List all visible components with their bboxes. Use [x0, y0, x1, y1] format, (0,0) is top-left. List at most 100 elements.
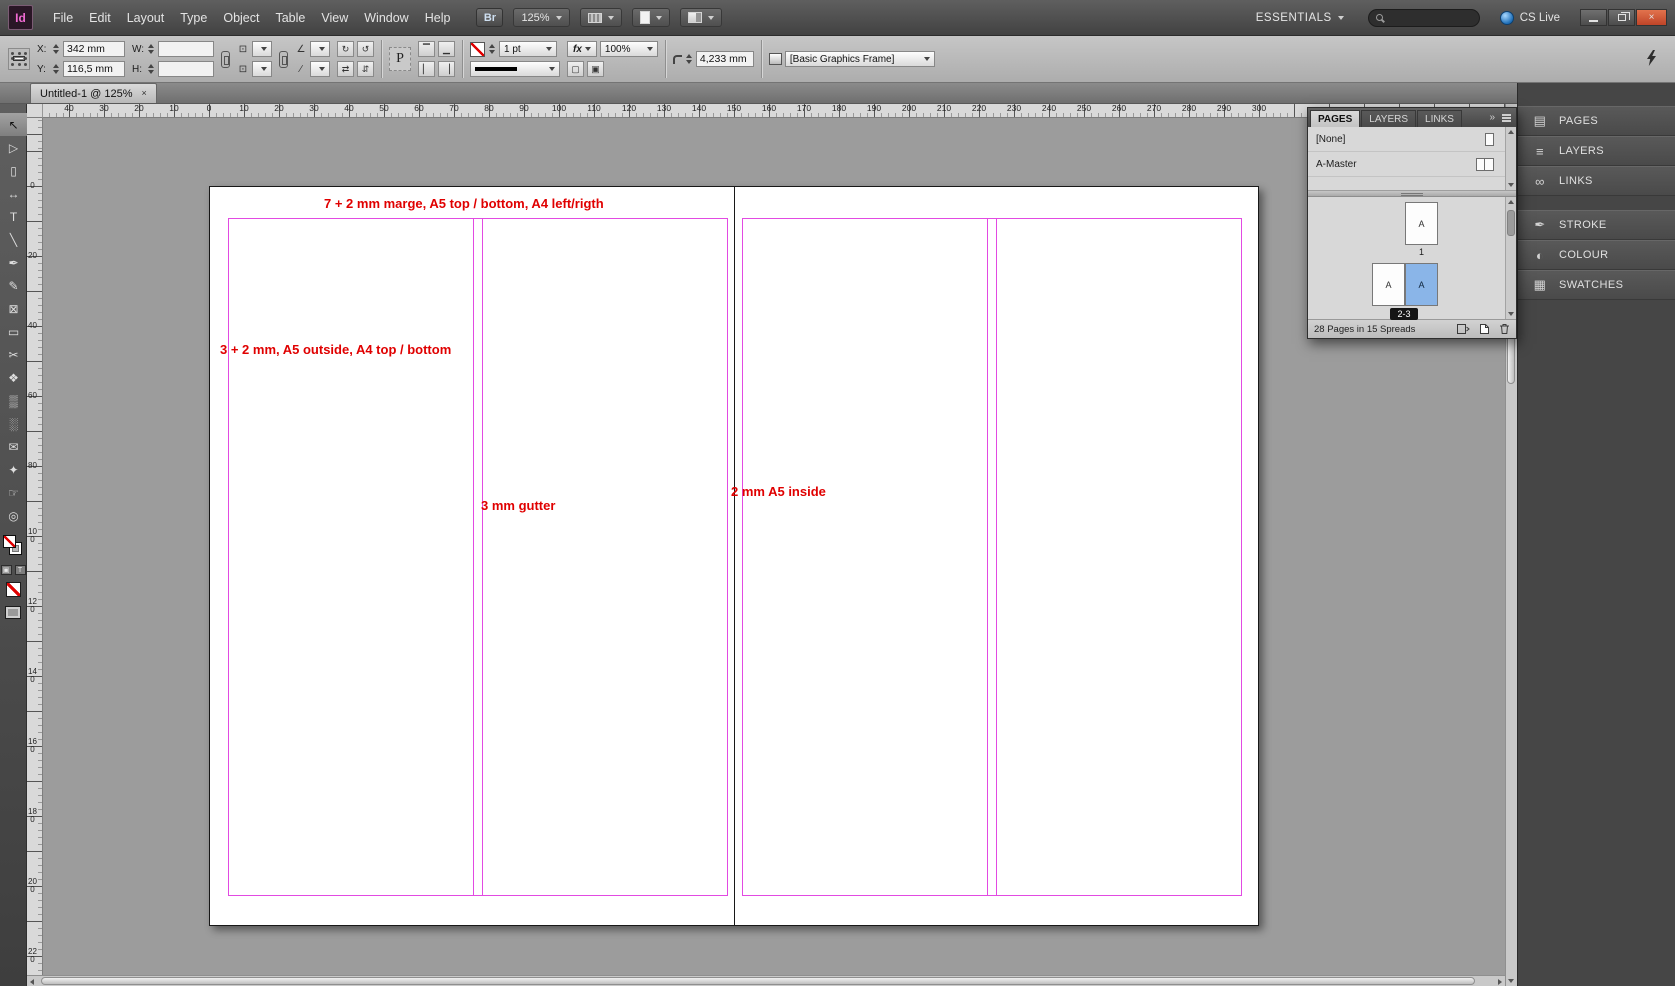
align-bottom-button[interactable]: ▁	[438, 41, 455, 57]
x-stepper[interactable]	[52, 44, 60, 54]
pencil-tool[interactable]: ✎	[0, 274, 27, 297]
free-transform-tool[interactable]: ❖	[0, 366, 27, 389]
rotation-select[interactable]	[310, 41, 330, 57]
stroke-weight-select[interactable]: 1 pt	[499, 41, 557, 57]
zoom-tool[interactable]: ◎	[0, 504, 27, 527]
ruler-origin-corner[interactable]	[27, 104, 43, 118]
align-right-button[interactable]: ▕	[438, 61, 455, 77]
screen-mode-button[interactable]	[5, 606, 21, 619]
close-button[interactable]: ×	[1636, 9, 1667, 26]
close-tab-icon[interactable]: ×	[142, 89, 147, 98]
rotate-cw-button[interactable]: ↻	[337, 41, 354, 57]
panel-menu-icon[interactable]	[1502, 114, 1511, 116]
dock-links[interactable]: ∞ LINKS	[1518, 166, 1675, 196]
horizontal-ruler[interactable]: 40 30 20 10 0 10 20 30 40 50 60 70 80 90 100 110 120 130 1…	[43, 104, 1505, 118]
scroll-up-icon[interactable]	[1508, 130, 1514, 134]
edit-page-size-button[interactable]	[1456, 323, 1470, 335]
gradient-swatch-tool[interactable]: ▒	[0, 389, 27, 412]
zoom-level-select[interactable]: 125%	[513, 8, 570, 27]
screen-mode-select[interactable]	[631, 8, 670, 27]
scroll-down-icon[interactable]	[1508, 312, 1514, 316]
hand-tool[interactable]: ☞	[0, 481, 27, 504]
master-none-row[interactable]: [None]	[1308, 127, 1516, 152]
type-tool[interactable]: T	[0, 205, 27, 228]
masters-scrollbar[interactable]	[1505, 127, 1516, 190]
tab-layers[interactable]: LAYERS	[1361, 110, 1417, 127]
delete-page-button[interactable]	[1499, 323, 1510, 335]
rotate-ccw-button[interactable]: ↺	[357, 41, 374, 57]
page-1-thumbnail[interactable]: A	[1405, 202, 1438, 245]
collapse-panel-icon[interactable]: »	[1489, 112, 1495, 123]
scissors-tool[interactable]: ✂	[0, 343, 27, 366]
dock-layers[interactable]: ≡ LAYERS	[1518, 136, 1675, 166]
menu-edit[interactable]: Edit	[81, 1, 119, 35]
quick-apply-icon[interactable]	[1646, 49, 1657, 69]
bridge-button[interactable]: Br	[476, 8, 504, 27]
shear-select[interactable]	[310, 61, 330, 77]
new-page-button[interactable]	[1479, 323, 1490, 335]
scroll-up-icon[interactable]	[1508, 200, 1514, 204]
gradient-feather-tool[interactable]: ░	[0, 412, 27, 435]
page-tool[interactable]: ▯	[0, 159, 27, 182]
restore-button[interactable]	[1608, 9, 1635, 26]
pages-scroll-thumb[interactable]	[1507, 210, 1515, 236]
flip-horizontal-button[interactable]: ⇄	[337, 61, 354, 77]
dock-swatches[interactable]: ▦ SWATCHES	[1518, 270, 1675, 300]
stroke-color-swatch[interactable]	[470, 41, 485, 57]
scroll-left-icon[interactable]	[30, 979, 34, 985]
menu-file[interactable]: File	[45, 1, 81, 35]
pages-scrollbar[interactable]	[1505, 197, 1516, 319]
note-tool[interactable]: ✉	[0, 435, 27, 458]
height-stepper[interactable]	[147, 64, 155, 74]
minimize-button[interactable]	[1580, 9, 1607, 26]
object-style-select[interactable]: [Basic Graphics Frame]	[784, 51, 935, 67]
width-input[interactable]	[158, 41, 214, 57]
y-stepper[interactable]	[52, 64, 60, 74]
menu-object[interactable]: Object	[215, 1, 267, 35]
width-stepper[interactable]	[147, 44, 155, 54]
corner-radius-stepper[interactable]	[685, 54, 693, 64]
stroke-weight-stepper[interactable]	[488, 44, 496, 54]
document-canvas[interactable]: 7 + 2 mm marge, A5 top / bottom, A4 left…	[43, 118, 1505, 975]
tab-links[interactable]: LINKS	[1417, 110, 1462, 127]
corner-radius-input[interactable]	[695, 51, 754, 67]
horizontal-scrollbar[interactable]	[27, 975, 1505, 986]
annotation-outside-margin[interactable]: 3 + 2 mm, A5 outside, A4 top / bottom	[220, 342, 451, 357]
scroll-down-icon[interactable]	[1508, 979, 1514, 983]
constrain-dimensions-link-icon[interactable]	[221, 50, 230, 68]
dock-pages[interactable]: ▤ PAGES	[1518, 106, 1675, 136]
eyedropper-tool[interactable]: ✦	[0, 458, 27, 481]
menu-window[interactable]: Window	[356, 1, 416, 35]
menu-type[interactable]: Type	[172, 1, 215, 35]
constrain-scale-link-icon[interactable]	[279, 50, 288, 68]
effects-button[interactable]: fx	[567, 41, 597, 57]
workspace-switcher[interactable]: ESSENTIALS	[1248, 8, 1352, 27]
align-left-button[interactable]: ▏	[418, 61, 435, 77]
formatting-affects-text-button[interactable]: T	[14, 565, 26, 575]
formatting-affects-container-button[interactable]: ▣	[0, 565, 12, 575]
x-input[interactable]	[63, 41, 125, 57]
stroke-style-select[interactable]	[470, 61, 560, 77]
master-a-row[interactable]: A-Master	[1308, 152, 1516, 177]
search-input[interactable]	[1387, 11, 1470, 24]
opacity-select[interactable]: 100%	[599, 41, 658, 57]
view-options-select[interactable]	[579, 8, 622, 27]
scroll-right-icon[interactable]	[1498, 979, 1502, 985]
dock-stroke[interactable]: ✒ STROKE	[1518, 210, 1675, 240]
document-spread[interactable]	[209, 186, 1259, 926]
rectangle-frame-tool[interactable]: ⊠	[0, 297, 27, 320]
page-2-thumbnail[interactable]: A	[1372, 263, 1405, 306]
menu-table[interactable]: Table	[267, 1, 313, 35]
scale-x-select[interactable]	[252, 41, 272, 57]
horizontal-scroll-thumb[interactable]	[41, 977, 1475, 985]
wrap-around-button[interactable]: ▣	[587, 61, 604, 77]
scale-y-select[interactable]	[252, 61, 272, 77]
menu-layout[interactable]: Layout	[119, 1, 173, 35]
annotation-inside-margin[interactable]: 2 mm A5 inside	[731, 484, 826, 499]
scroll-down-icon[interactable]	[1508, 183, 1514, 187]
apply-none-button[interactable]	[5, 582, 21, 597]
cs-live-button[interactable]: CS Live	[1499, 10, 1560, 25]
page-3-thumbnail[interactable]: A	[1405, 263, 1438, 306]
vertical-ruler[interactable]: 20020406080100120140160180200220	[27, 118, 43, 975]
wrap-none-button[interactable]: ▢	[567, 61, 584, 77]
